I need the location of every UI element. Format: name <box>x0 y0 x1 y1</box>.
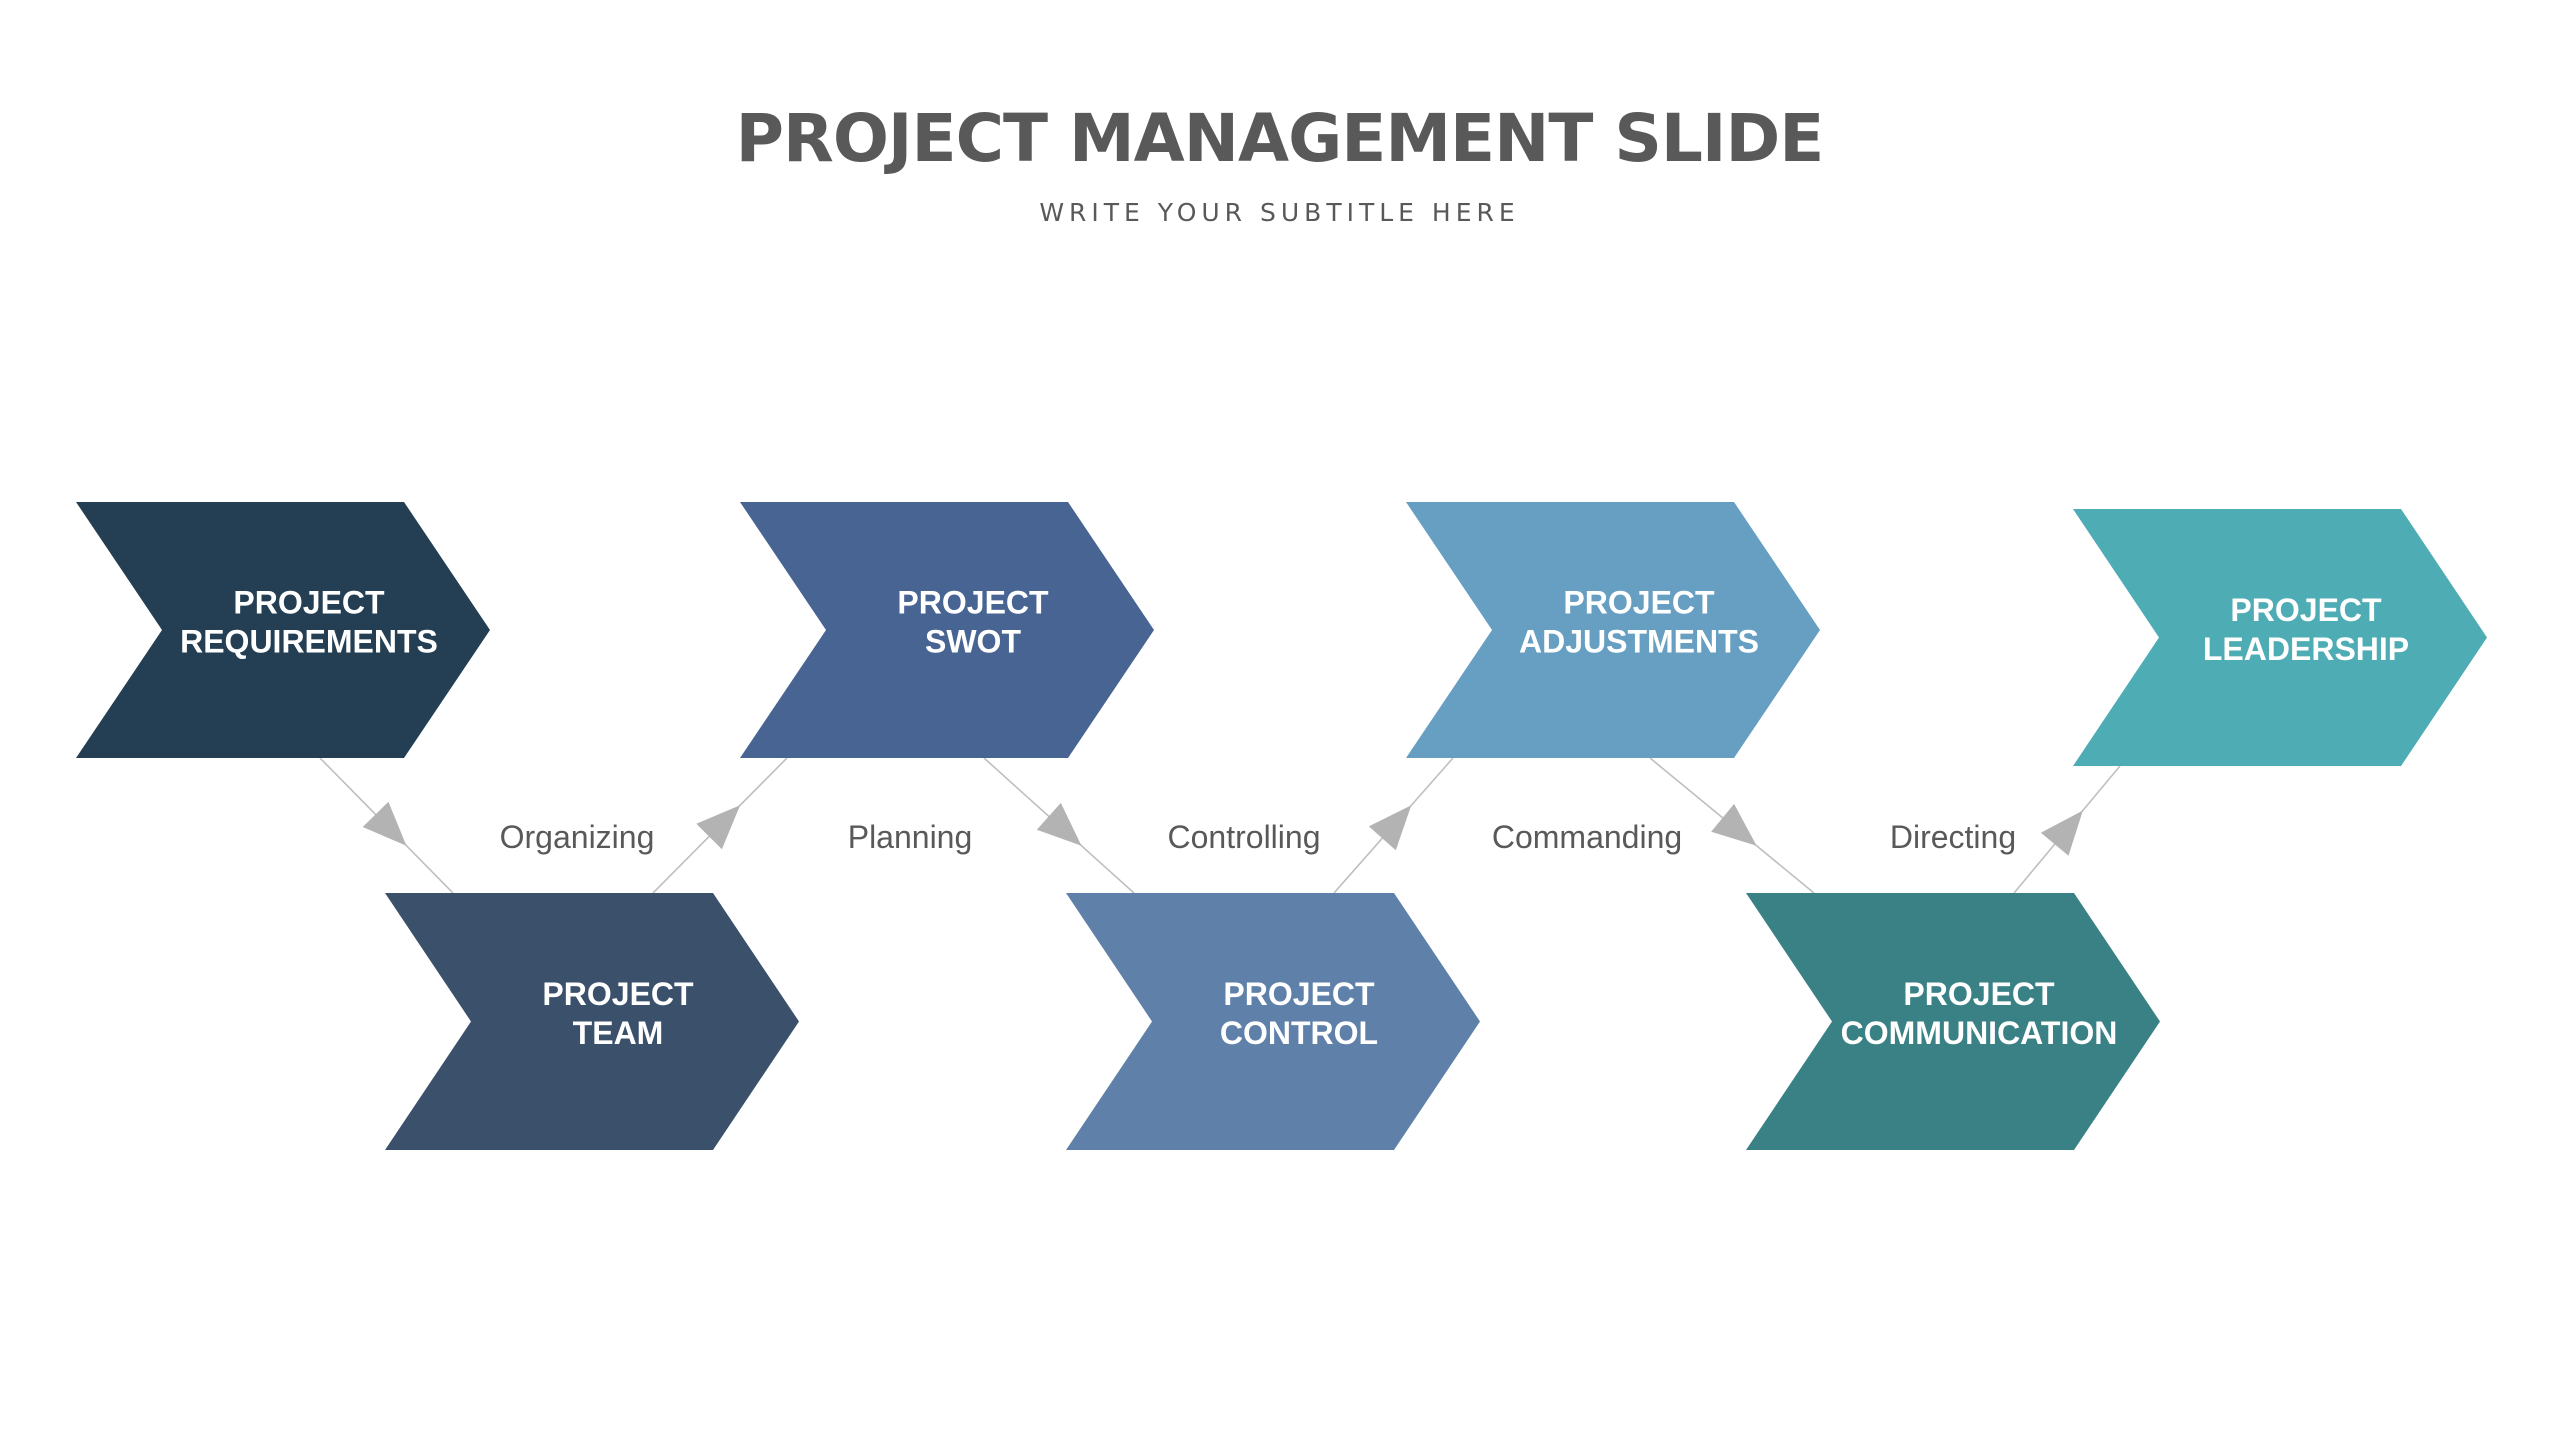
step-swot: PROJECTSWOT <box>740 502 1154 758</box>
arrowhead-icon <box>1368 805 1412 851</box>
step-adjustments: PROJECTADJUSTMENTS <box>1406 502 1820 758</box>
step-label-line: PROJECT <box>542 976 694 1012</box>
step-label-line: PROJECT <box>1223 976 1375 1012</box>
step-label-line: REQUIREMENTS <box>180 624 438 660</box>
phase-label-organizing: Organizing <box>500 819 655 855</box>
arrowhead-icon <box>1036 802 1082 846</box>
step-label-line: PROJECT <box>2230 592 2382 628</box>
step-team: PROJECTTEAM <box>385 893 799 1150</box>
connector-communication-to-leadership <box>2013 765 2121 894</box>
phase-label-planning: Planning <box>848 819 973 855</box>
step-label-line: TEAM <box>573 1015 664 1051</box>
step-label-line: SWOT <box>925 624 1021 660</box>
step-label-line: PROJECT <box>897 585 1049 621</box>
phase-label-directing: Directing <box>1890 819 2016 855</box>
step-label-line: COMMUNICATION <box>1841 1015 2118 1051</box>
connector-control-to-adjustments <box>1333 757 1454 894</box>
connector-swot-to-control <box>983 757 1135 894</box>
step-leadership: PROJECTLEADERSHIP <box>2073 509 2487 766</box>
connector-requirements-to-team <box>319 757 454 894</box>
step-label-line: PROJECT <box>1563 585 1715 621</box>
step-control: PROJECTCONTROL <box>1066 893 1480 1150</box>
process-diagram: PROJECTREQUIREMENTSPROJECTTEAMPROJECTSWO… <box>76 502 2487 1150</box>
arrowhead-icon <box>2040 810 2083 856</box>
arrowhead-icon <box>1711 803 1757 846</box>
step-label-line: LEADERSHIP <box>2203 631 2409 667</box>
step-label-line: PROJECT <box>233 585 385 621</box>
step-communication: PROJECTCOMMUNICATION <box>1746 893 2160 1150</box>
phase-label-commanding: Commanding <box>1492 819 1682 855</box>
step-label-line: PROJECT <box>1903 976 2055 1012</box>
step-requirements: PROJECTREQUIREMENTS <box>76 502 490 758</box>
step-label-line: CONTROL <box>1220 1015 1378 1051</box>
step-label-line: ADJUSTMENTS <box>1519 624 1759 660</box>
connector-team-to-swot <box>652 757 788 894</box>
phase-label-controlling: Controlling <box>1168 819 1321 855</box>
slide: PROJECT MANAGEMENT SLIDE WRITE YOUR SUBT… <box>0 0 2559 1440</box>
